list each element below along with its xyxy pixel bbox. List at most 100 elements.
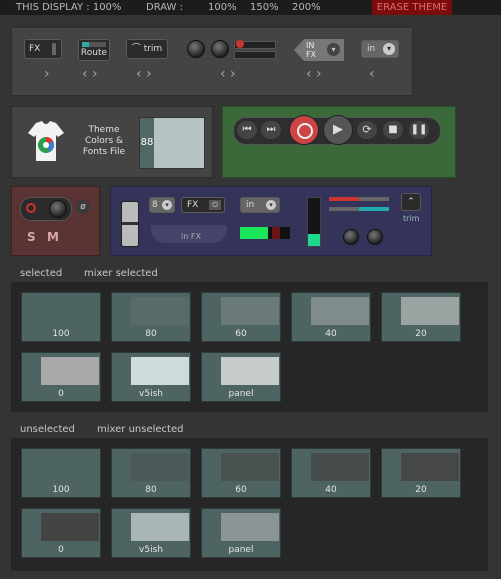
trim-label: trim bbox=[143, 44, 163, 54]
swatch-color bbox=[131, 297, 189, 325]
theme-color-preview[interactable]: 88 bbox=[139, 117, 205, 169]
repeat-icon[interactable]: ⟳ bbox=[357, 121, 377, 139]
mixer-unselected-title: mixer unselected bbox=[97, 424, 184, 435]
swatch-label: panel bbox=[228, 389, 254, 399]
swatch-label: 0 bbox=[58, 545, 64, 555]
meter-rms-right bbox=[359, 207, 389, 211]
swatch-color bbox=[41, 297, 99, 325]
mixer-selected-title: mixer selected bbox=[84, 268, 158, 279]
top-bar: THIS DISPLAY : 100% DRAW : 100% 150% 200… bbox=[0, 0, 501, 15]
color-swatch[interactable]: v5ish bbox=[111, 352, 191, 402]
swatch-color bbox=[41, 513, 99, 541]
theme-value: 88 bbox=[140, 118, 154, 168]
swatch-color bbox=[131, 453, 189, 481]
mixer-fx-button[interactable]: FX ⏻ bbox=[181, 197, 225, 213]
stop-icon[interactable]: ■ bbox=[383, 121, 403, 139]
color-swatch[interactable]: 80 bbox=[111, 292, 191, 342]
pan-knob[interactable] bbox=[343, 229, 359, 245]
pan-slider[interactable] bbox=[234, 40, 276, 49]
in-fx-tray[interactable]: in FX bbox=[151, 225, 227, 243]
play-icon[interactable]: ▶ bbox=[323, 115, 353, 145]
swatch-label: panel bbox=[228, 545, 254, 555]
selected-title: selected bbox=[20, 268, 63, 279]
volume-knob[interactable] bbox=[187, 40, 205, 58]
swatch-label: 20 bbox=[415, 329, 427, 339]
theme-label: Theme Colors & Fonts File bbox=[82, 125, 126, 157]
color-swatch[interactable]: 100 bbox=[21, 448, 101, 498]
chevron-left-icon: ‹ bbox=[369, 66, 375, 82]
zoom-150-button[interactable]: 150% bbox=[250, 0, 279, 15]
trim-label: trim bbox=[403, 214, 420, 223]
mixer-fx-label: FX bbox=[187, 200, 199, 210]
swatch-label: v5ish bbox=[139, 389, 163, 399]
color-swatch[interactable]: 60 bbox=[201, 292, 281, 342]
color-swatch[interactable]: 0 bbox=[21, 352, 101, 402]
erase-theme-button[interactable]: ERASE THEME bbox=[372, 0, 452, 15]
color-swatch[interactable]: panel bbox=[201, 508, 281, 558]
phase-icon[interactable]: ø bbox=[76, 200, 90, 214]
color-swatch[interactable]: v5ish bbox=[111, 508, 191, 558]
chevron-right-icon: › bbox=[44, 66, 50, 82]
swatch-color bbox=[221, 357, 279, 385]
color-swatch[interactable]: panel bbox=[201, 352, 281, 402]
color-swatch[interactable]: 20 bbox=[381, 292, 461, 342]
trim-envelope-button[interactable]: ⌃ bbox=[401, 193, 421, 211]
chevron-left-right-icon: ‹ › bbox=[82, 66, 98, 82]
swatch-color bbox=[41, 453, 99, 481]
chevron-down-icon: ▾ bbox=[327, 43, 340, 56]
swatch-color bbox=[311, 297, 369, 325]
swatch-color bbox=[311, 453, 369, 481]
swatch-color bbox=[401, 453, 459, 481]
input-select[interactable]: in ▾ bbox=[361, 40, 399, 58]
pan-knob[interactable] bbox=[211, 40, 229, 58]
fx-button[interactable]: FX bbox=[24, 39, 62, 59]
color-swatch[interactable]: 60 bbox=[201, 448, 281, 498]
swatch-color bbox=[221, 513, 279, 541]
color-swatch[interactable]: 40 bbox=[291, 448, 371, 498]
power-icon: ⏻ bbox=[209, 200, 221, 210]
fader[interactable] bbox=[121, 201, 139, 247]
color-swatch[interactable]: 0 bbox=[21, 508, 101, 558]
swatch-label: 80 bbox=[145, 329, 157, 339]
color-swatch[interactable]: 40 bbox=[291, 292, 371, 342]
zoom-200-button[interactable]: 200% bbox=[292, 0, 321, 15]
color-swatch[interactable]: 20 bbox=[381, 448, 461, 498]
trim-button[interactable]: ⌒ trim bbox=[126, 39, 168, 59]
solo-button[interactable]: S bbox=[27, 230, 36, 244]
slider-handle[interactable] bbox=[236, 40, 244, 48]
draw-label: DRAW : bbox=[146, 2, 183, 13]
pause-icon[interactable]: ❚❚ bbox=[409, 121, 429, 139]
tshirt-icon[interactable] bbox=[26, 119, 66, 163]
width-knob[interactable] bbox=[367, 229, 383, 245]
mixer-strip-panel: 8 ▾ FX ⏻ in FX in ▾ ⌃ trim bbox=[110, 186, 432, 256]
route-label: Route bbox=[80, 48, 108, 58]
record-monitor-knob[interactable] bbox=[49, 200, 67, 218]
route-button[interactable]: Route bbox=[78, 39, 110, 61]
zoom-100-button[interactable]: 100% bbox=[208, 0, 237, 15]
in-fx-button[interactable]: IN FX ▾ bbox=[294, 39, 344, 61]
width-slider[interactable] bbox=[234, 51, 276, 59]
fx-label: FX bbox=[29, 44, 41, 54]
color-swatch[interactable]: 80 bbox=[111, 448, 191, 498]
track-toolbar-panel: FX › Route ‹ › ⌒ trim ‹ › ‹ › IN FX ▾ ‹ … bbox=[11, 27, 413, 96]
swatch-label: 20 bbox=[415, 485, 427, 495]
transport-panel: ⏮ ⏭ ▶ ⟳ ■ ❚❚ bbox=[222, 106, 456, 178]
skip-back-icon[interactable]: ⏮ bbox=[237, 121, 257, 139]
swatch-color bbox=[41, 357, 99, 385]
mute-button[interactable]: M bbox=[47, 230, 59, 244]
in-fx-tray-label: in FX bbox=[181, 232, 201, 241]
record-button[interactable] bbox=[289, 115, 319, 145]
swatch-color bbox=[221, 453, 279, 481]
swatch-color bbox=[401, 297, 459, 325]
channel-select[interactable]: 8 ▾ bbox=[149, 197, 175, 213]
fx-bypass-indicator bbox=[52, 43, 56, 55]
chevron-left-right-icon: ‹ › bbox=[136, 66, 152, 82]
record-arm-toggle[interactable] bbox=[20, 197, 72, 221]
mixer-input-select[interactable]: in ▾ bbox=[240, 197, 280, 213]
input-meter bbox=[240, 227, 290, 239]
in-fx-top-label: IN bbox=[306, 41, 315, 50]
unselected-title: unselected bbox=[20, 424, 75, 435]
skip-forward-icon[interactable]: ⏭ bbox=[261, 121, 281, 139]
in-fx-bottom-label: FX bbox=[306, 50, 317, 59]
color-swatch[interactable]: 100 bbox=[21, 292, 101, 342]
